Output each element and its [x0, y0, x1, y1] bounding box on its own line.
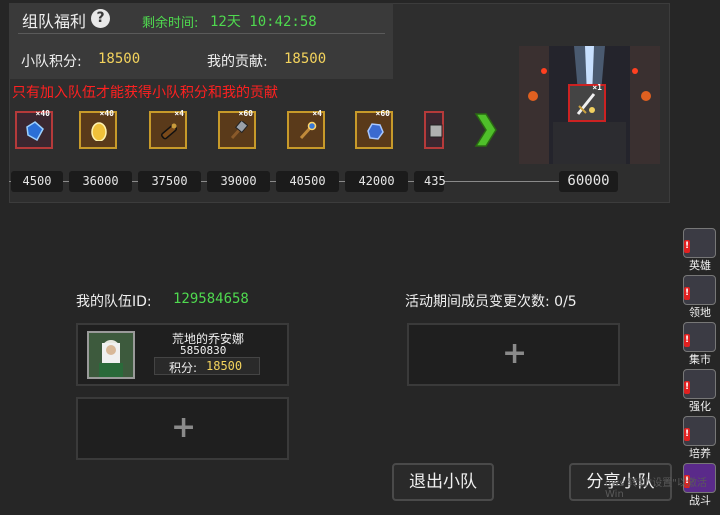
reward-count: ×4	[174, 109, 184, 118]
alert-icon: !	[684, 428, 690, 441]
threshold-label: 39000	[207, 171, 270, 192]
reward-count: ×1	[592, 83, 602, 92]
member-id: 5850830	[180, 344, 227, 357]
add-member-slot[interactable]: +	[76, 397, 289, 460]
activation-watermark: ows 转到"设置"以激活 Win	[605, 478, 707, 500]
contribution-value: 18500	[284, 51, 327, 67]
side-menu-enhance[interactable]: ! 强化	[680, 369, 720, 413]
reward-count: ×60	[375, 109, 390, 118]
threshold-label: 435	[414, 171, 446, 192]
avatar	[87, 331, 135, 379]
blue-crystal-icon	[26, 121, 44, 141]
reward-item[interactable]: ×60	[218, 109, 256, 149]
reward-count: ×40	[99, 109, 114, 118]
reward-item[interactable]: ×40	[15, 109, 53, 149]
timer-label: 剩余时间:	[142, 16, 199, 31]
threshold-label: 36000	[69, 171, 132, 192]
header-divider	[18, 33, 385, 34]
leave-team-button[interactable]: 退出小队	[392, 463, 494, 501]
side-menu-hero[interactable]: ! 英雄	[680, 228, 720, 272]
plus-icon: +	[502, 336, 528, 371]
page-title: 组队福利	[22, 12, 87, 31]
alert-icon: !	[684, 287, 690, 300]
side-menu-label: 强化	[689, 400, 711, 413]
threshold-label: 37500	[138, 171, 201, 192]
alert-icon: !	[684, 240, 690, 253]
side-menu-label: 领地	[689, 306, 711, 319]
golden-egg-icon	[91, 122, 107, 141]
add-member-slot[interactable]: +	[407, 323, 620, 386]
hammer-icon	[230, 121, 248, 140]
side-menu-label: 集市	[689, 353, 711, 366]
threshold-label: 42000	[345, 171, 408, 192]
blue-ore-icon	[367, 123, 384, 140]
alert-icon: !	[684, 381, 690, 394]
final-threshold-label: 60000	[559, 171, 618, 192]
side-menu-territory[interactable]: ! 领地	[680, 275, 720, 319]
team-id-label: 我的队伍ID:	[76, 294, 152, 310]
scroll-icon	[161, 123, 177, 140]
side-menu-label: 培养	[689, 447, 711, 460]
side-menu-market[interactable]: ! 集市	[680, 322, 720, 366]
reward-item[interactable]: ×4	[287, 109, 325, 149]
help-icon[interactable]: ?	[91, 9, 110, 28]
scroll-right-arrow-icon[interactable]	[474, 112, 498, 148]
member-change-value: 0/5	[554, 294, 577, 310]
member-points-label: 积分:	[169, 361, 198, 375]
contribution-label: 我的贡献:	[207, 54, 268, 70]
armor-piece-icon	[429, 124, 443, 138]
reward-count: ×4	[312, 109, 322, 118]
threshold-label: 40500	[276, 171, 339, 192]
member-change-label: 活动期间成员变更次数: 0/5	[405, 294, 577, 310]
reward-item[interactable]	[424, 111, 444, 149]
magic-staff-icon	[299, 121, 317, 140]
member-points-value: 18500	[206, 359, 243, 373]
team-points-label: 小队积分:	[21, 54, 82, 70]
reward-item[interactable]: ×60	[355, 109, 393, 149]
reward-count: ×40	[35, 109, 50, 118]
team-points-value: 18500	[98, 51, 141, 67]
side-menu-label: 英雄	[689, 259, 711, 272]
join-warning: 只有加入队伍才能获得小队积分和我的贡献	[12, 85, 278, 101]
reward-item[interactable]: ×4	[149, 109, 187, 149]
alert-icon: !	[684, 334, 690, 347]
final-reward-item[interactable]: ×1	[568, 83, 606, 122]
reward-count: ×60	[238, 109, 253, 118]
timer-value: 12天 10:42:58	[210, 14, 317, 30]
plus-icon: +	[171, 410, 197, 445]
reward-item[interactable]: ×40	[79, 109, 117, 149]
team-id-value: 129584658	[173, 291, 249, 307]
threshold-label: 4500	[11, 171, 63, 192]
side-menu-cultivate[interactable]: ! 培养	[680, 416, 720, 460]
